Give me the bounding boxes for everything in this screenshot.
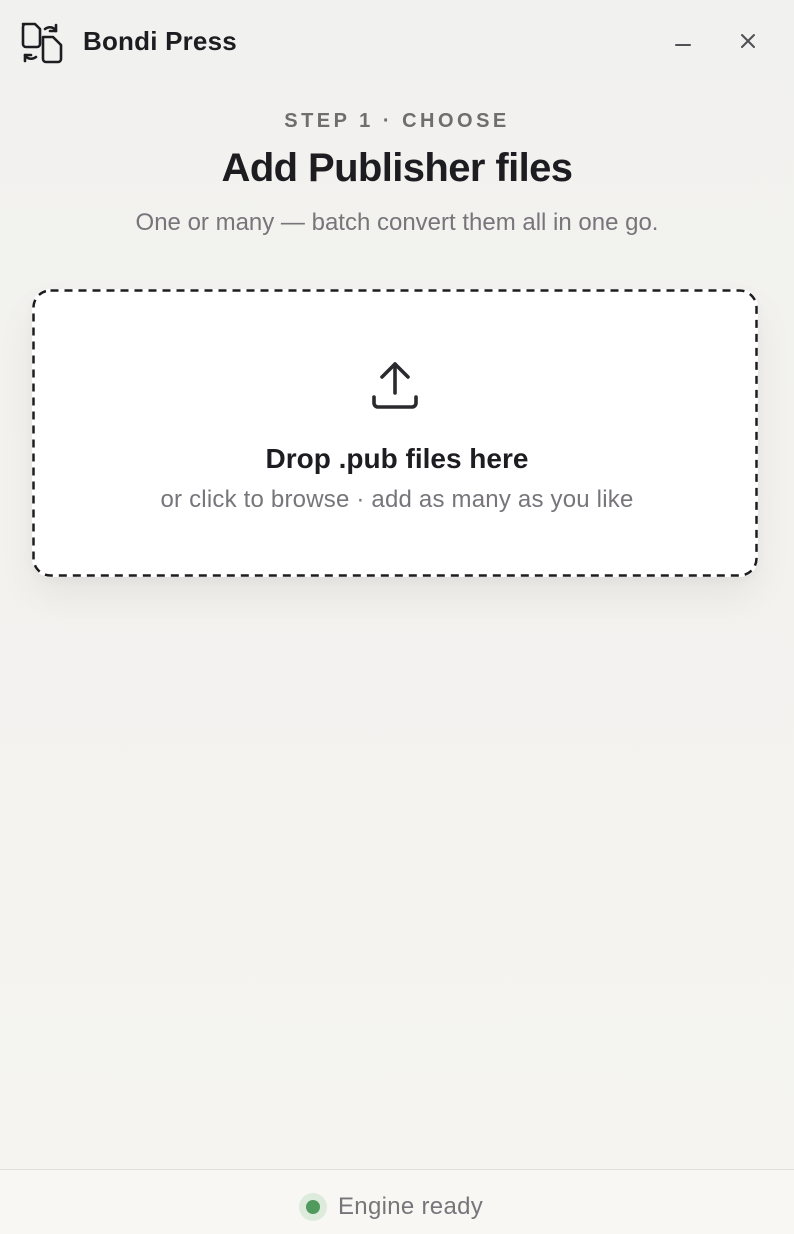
page-title: Add Publisher files xyxy=(221,146,573,190)
page-subtitle: One or many — batch convert them all in … xyxy=(135,209,659,236)
app-window: Bondi Press STEP 1 · CHOOSE Add Publishe… xyxy=(0,0,794,1234)
minimize-icon xyxy=(674,34,692,52)
file-convert-icon xyxy=(19,19,65,65)
close-button[interactable] xyxy=(731,26,765,60)
dropzone-title: Drop .pub files here xyxy=(265,443,529,474)
file-dropzone[interactable] xyxy=(32,289,758,577)
close-icon xyxy=(740,33,756,54)
app-name: Bondi Press xyxy=(83,26,237,56)
minimize-button[interactable] xyxy=(666,26,700,60)
dropzone-hint: or click to browse · add as many as you … xyxy=(160,486,634,513)
dropzone-border xyxy=(32,289,758,577)
status-text: Engine ready xyxy=(338,1193,484,1220)
upload-icon xyxy=(370,359,420,411)
step-label: STEP 1 · CHOOSE xyxy=(284,110,510,132)
status-bar: Engine ready xyxy=(0,1169,794,1234)
title-bar: Bondi Press xyxy=(0,0,794,86)
status-indicator xyxy=(306,1200,320,1214)
